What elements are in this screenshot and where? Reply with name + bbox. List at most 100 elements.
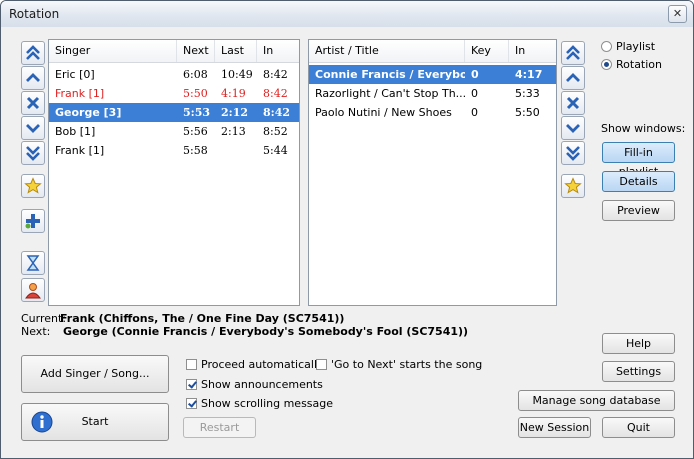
singer-cell-singer: Bob [1] [55,125,96,138]
show-announcements-checkbox[interactable]: Show announcements [186,378,323,391]
chevron-down-icon [26,124,40,133]
remove-x-icon [26,96,40,110]
song-move-down-button[interactable] [561,116,585,140]
chevron-up-icon [566,73,580,82]
timer-button[interactable] [21,251,45,275]
song-move-top-button[interactable] [561,41,585,65]
col-last[interactable]: Last [215,40,257,62]
col-next[interactable]: Next [177,40,215,62]
show-scrolling-label: Show scrolling message [201,397,334,410]
singer-row[interactable]: Bob [1] 5:56 2:13 8:52 [49,122,299,141]
singer-cell-last: 4:19 [221,87,246,100]
col-key[interactable]: Key [465,40,509,62]
star-icon [564,177,582,194]
singer-row[interactable]: Frank [1] 5:50 4:19 8:42 [49,84,299,103]
singer-cell-singer: George [3] [55,106,122,119]
remove-singer-button[interactable] [21,91,45,115]
proceed-automatically-checkbox[interactable]: Proceed automatically [186,358,324,371]
go-next-starts-box [316,359,327,370]
chevron-down-icon [566,124,580,133]
start-button[interactable]: Start [21,403,169,441]
singer-cell-next: 5:50 [183,87,208,100]
singer-cell-next: 5:58 [183,144,208,157]
song-list-header: Artist / Title Key In [309,40,556,63]
star-icon [24,177,42,194]
singer-cell-last: 10:49 [221,68,253,81]
person-icon [25,283,41,299]
rotation-window: Rotation ✕ Singer Next Last In Eric [0] … [0,0,694,459]
radio-playlist-indicator [601,41,612,52]
singer-row[interactable]: Frank [1] 5:58 5:44 [49,141,299,160]
mode-playlist-radio[interactable]: Playlist [601,40,655,53]
restart-button[interactable]: Restart [183,417,256,438]
singer-list-header: Singer Next Last In [49,40,299,63]
song-remove-button[interactable] [561,91,585,115]
move-up-button[interactable] [21,66,45,90]
manage-song-database-button[interactable]: Manage song database [518,390,675,411]
song-row[interactable]: Razorlight / Can't Stop Th... 0 5:33 [309,84,556,103]
proceed-automatically-label: Proceed automatically [201,358,324,371]
add-to-rotation-button[interactable] [21,209,45,233]
col-artist-title[interactable]: Artist / Title [309,40,465,62]
col-singer[interactable]: Singer [49,40,177,62]
double-chevron-up-icon [566,45,580,60]
song-favorite-button[interactable] [561,174,585,198]
singer-cell-in: 8:42 [263,68,288,81]
singer-cell-in: 8:42 [263,87,288,100]
singer-cell-next: 5:53 [183,106,211,119]
singer-cell-singer: Frank [1] [55,144,105,157]
current-value: Frank (Chiffons, The / One Fine Day (SC7… [60,312,345,325]
go-next-starts-checkbox[interactable]: 'Go to Next' starts the song [316,358,482,371]
move-top-button[interactable] [21,41,45,65]
col-song-in[interactable]: In [509,40,554,62]
song-row[interactable]: Paolo Nutini / New Shoes 0 5:50 [309,103,556,122]
song-cell-title: Connie Francis / Everybod... [315,68,465,81]
show-scrolling-checkbox[interactable]: Show scrolling message [186,397,333,410]
song-cell-in: 5:33 [515,87,540,100]
hourglass-icon [26,255,40,271]
new-session-button[interactable]: New Session [518,417,591,438]
song-cell-in: 4:17 [515,68,543,81]
show-windows-label: Show windows: [601,122,686,135]
double-chevron-up-icon [26,45,40,60]
singer-row[interactable]: George [3] 5:53 2:12 8:42 [49,103,299,122]
double-chevron-down-icon [26,146,40,161]
title-bar: Rotation ✕ [1,1,693,27]
singer-cell-singer: Frank [1] [55,87,105,100]
song-move-bottom-button[interactable] [561,141,585,165]
song-cell-key: 0 [471,68,479,81]
singer-cell-in: 5:44 [263,144,288,157]
add-singer-song-button[interactable]: Add Singer / Song... [21,355,169,393]
move-bottom-button[interactable] [21,141,45,165]
song-row[interactable]: Connie Francis / Everybod... 0 4:17 [309,65,556,84]
song-move-up-button[interactable] [561,66,585,90]
singer-cell-last: 2:13 [221,125,246,138]
singer-list[interactable]: Singer Next Last In Eric [0] 6:08 10:49 8:4… [48,39,300,306]
quit-button[interactable]: Quit [602,417,675,438]
singer-cell-last: 2:12 [221,106,249,119]
singer-row[interactable]: Eric [0] 6:08 10:49 8:42 [49,65,299,84]
singer-cell-next: 6:08 [183,68,208,81]
song-list[interactable]: Artist / Title Key In Connie Francis / E… [308,39,557,306]
move-down-button[interactable] [21,116,45,140]
show-scrolling-box [186,398,197,409]
radio-rotation-indicator [601,59,612,70]
mode-playlist-label: Playlist [616,40,656,53]
next-value: George (Connie Francis / Everybody's Som… [63,325,469,338]
close-button[interactable]: ✕ [668,5,687,23]
remove-x-icon [566,96,580,110]
mode-rotation-radio[interactable]: Rotation [601,58,662,71]
fill-in-playlist-button[interactable]: Fill-in playlist [602,142,675,178]
help-button[interactable]: Help [602,333,675,354]
singer-cell-in: 8:42 [263,106,291,119]
details-button[interactable]: Details [602,171,675,192]
client-area: Singer Next Last In Eric [0] 6:08 10:49 8:4… [1,27,693,458]
favorite-singer-button[interactable] [21,174,45,198]
preview-button[interactable]: Preview [602,200,675,221]
singer-profile-button[interactable] [21,278,45,302]
window-title: Rotation [9,7,60,21]
double-chevron-down-icon [566,146,580,161]
song-cell-key: 0 [471,106,478,119]
settings-button[interactable]: Settings [602,361,675,382]
col-in[interactable]: In [257,40,297,62]
